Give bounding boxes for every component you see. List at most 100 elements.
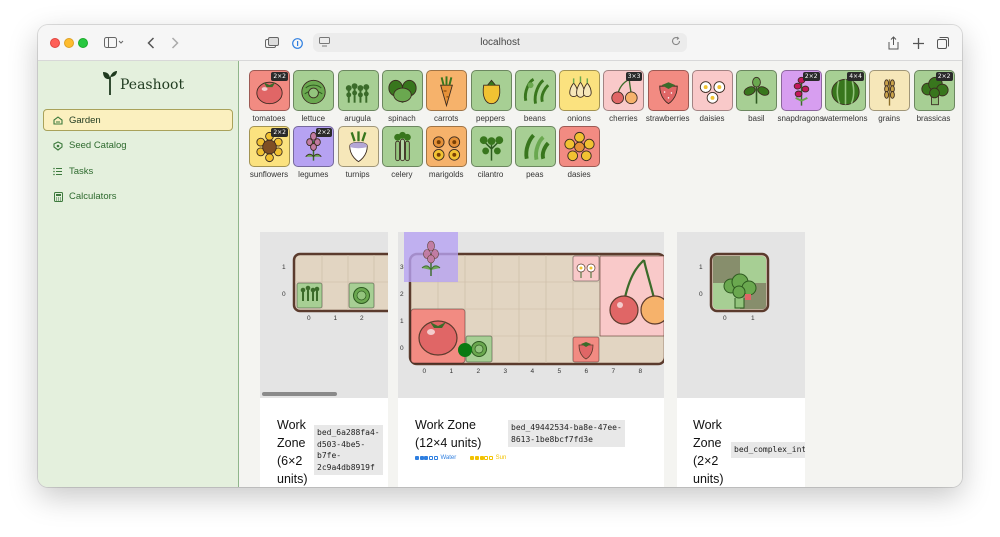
share-icon[interactable] <box>886 33 900 53</box>
palette-tile-box[interactable] <box>381 126 423 167</box>
palette-tile-strawberries[interactable]: strawberries <box>646 70 689 123</box>
palette-tile-onions[interactable]: onions <box>559 70 601 123</box>
palette-tile-cilantro[interactable]: cilantro <box>470 126 512 179</box>
sun-label: Sun <box>495 455 507 461</box>
palette-tile-beans[interactable]: beans <box>514 70 556 123</box>
palette-tile-box[interactable]: 2×2 <box>913 70 955 111</box>
size-badge: 2×2 <box>802 72 820 81</box>
zoom-window-button[interactable] <box>78 38 88 48</box>
palette-tile-basil[interactable]: basil <box>736 70 778 123</box>
palette-tile-box[interactable] <box>514 70 556 111</box>
palette-tile-box[interactable]: 2×2 <box>293 126 335 167</box>
garden-main: 2×2 tomatoes lettuce arugula spinach carrots p… <box>240 61 962 487</box>
carrot-icon <box>440 75 454 107</box>
sprout-icon <box>103 71 117 95</box>
palette-tile-carrots[interactable]: carrots <box>426 70 468 123</box>
x-axis-tick: 4 <box>530 368 535 375</box>
nav-item-label: Garden <box>69 114 101 126</box>
bed-card[interactable]: 0 1 1 0 Work Zone (2×2 units) bed_complex_inte… <box>677 232 805 487</box>
palette-tile-turnips[interactable]: turnips <box>337 126 379 179</box>
palette-tile-box[interactable] <box>692 70 733 111</box>
tabs-icon[interactable] <box>936 33 950 53</box>
onion-icon <box>569 75 592 98</box>
bed-scrollbar[interactable] <box>262 392 337 396</box>
palette-tile-spinach[interactable]: spinach <box>381 70 423 123</box>
palette-tile-box[interactable]: 2×2 <box>780 70 822 111</box>
address-bar[interactable]: localhost <box>313 33 687 52</box>
app-logo[interactable]: Peashoot <box>102 69 184 95</box>
browser-toolbar: localhost <box>38 25 962 61</box>
palette-tile-box[interactable] <box>426 70 468 111</box>
new-tab-icon[interactable] <box>911 33 925 53</box>
privacy-icon[interactable] <box>290 33 304 53</box>
palette-tile-box[interactable] <box>293 70 335 111</box>
bed-title-line: Work Zone <box>415 418 476 432</box>
palette-tile-box[interactable] <box>337 70 379 111</box>
reader-icon[interactable] <box>319 37 330 47</box>
x-axis-tick: 8 <box>638 368 643 375</box>
y-axis-tick: 2 <box>400 291 404 298</box>
x-axis-tick: 0 <box>723 315 727 322</box>
palette-tile-peas[interactable]: peas <box>514 126 556 179</box>
palette-tile-box[interactable]: 2×2 <box>249 70 290 111</box>
peas-icon <box>524 133 550 160</box>
x-axis-tick: 1 <box>449 368 454 375</box>
palette-tile-box[interactable] <box>869 70 911 111</box>
palette-tile-daisies[interactable]: daisies <box>692 70 733 123</box>
bed-id-line: 2c9a4db8919f <box>317 462 375 472</box>
palette-tile-box[interactable] <box>559 126 601 167</box>
palette-tile-watermelons[interactable]: 4×4 watermelons <box>822 70 868 123</box>
reload-icon[interactable] <box>671 36 681 49</box>
nav-item-garden[interactable]: Garden <box>43 109 233 131</box>
palette-tile-celery[interactable]: celery <box>381 126 423 179</box>
palette-tile-box[interactable] <box>426 126 468 167</box>
nav-item-seed-catalog[interactable]: Seed Catalog <box>43 135 233 157</box>
palette-tile-grains[interactable]: grains <box>869 70 911 123</box>
drag-cursor-marker[interactable] <box>458 343 472 357</box>
palette-tile-box[interactable] <box>470 70 512 111</box>
palette-tile-box[interactable] <box>736 70 778 111</box>
palette-tile-box[interactable] <box>337 126 379 167</box>
palette-tile-snapdragons[interactable]: 2×2 snapdragons <box>777 70 824 123</box>
palette-tile-cherries[interactable]: 3×3 cherries <box>603 70 645 123</box>
sidebar-toggle-icon[interactable] <box>102 33 126 53</box>
nav-item-label: Calculators <box>69 191 117 202</box>
forward-icon[interactable] <box>168 33 182 53</box>
palette-tile-arugula[interactable]: arugula <box>337 70 379 123</box>
palette-tile-lettuce[interactable]: lettuce <box>293 70 335 123</box>
palette-tile-box[interactable]: 4×4 <box>824 70 866 111</box>
tomato-icon <box>418 320 458 356</box>
palette-tile-tomatoes[interactable]: 2×2 tomatoes <box>249 70 290 123</box>
palette-tile-box[interactable] <box>559 70 601 111</box>
bed-id-line: 8613-1be8bcf7fd3e <box>511 434 593 444</box>
palette-tile-box[interactable] <box>514 126 556 167</box>
close-window-button[interactable] <box>50 38 60 48</box>
bed-grid[interactable] <box>260 232 388 398</box>
bed-title-line: (6×2 <box>277 454 303 468</box>
minimize-window-button[interactable] <box>64 38 74 48</box>
app-name: Peashoot <box>120 77 185 93</box>
sun-level-square <box>488 456 493 460</box>
bed-grid[interactable] <box>677 232 805 398</box>
palette-tile-legumes[interactable]: 2×2 legumes <box>293 126 335 179</box>
palette-tile-marigolds[interactable]: marigolds <box>426 126 468 179</box>
palette-tile-dasies[interactable]: dasies <box>559 126 601 179</box>
palette-tile-box[interactable]: 2×2 <box>249 126 290 167</box>
pepper-icon <box>482 79 500 104</box>
tab-overview-icon[interactable] <box>264 33 280 53</box>
palette-tile-box[interactable] <box>381 70 423 111</box>
bed-card[interactable]: 0 1 2 3 4 5 6 7 8 3 2 1 0 Work Zone (12×4 units) bed_… <box>398 232 664 487</box>
back-icon[interactable] <box>144 33 158 53</box>
main-nav: Garden Seed Catalog Tasks Calculators <box>43 109 233 211</box>
palette-tile-brassicas[interactable]: 2×2 brassicas <box>913 70 955 123</box>
palette-tile-box[interactable] <box>647 70 689 111</box>
bed-grid-area: 0 1 1 0 <box>677 232 805 398</box>
nav-item-calculators[interactable]: Calculators <box>43 186 233 208</box>
turnip-icon <box>348 130 368 162</box>
palette-tile-box[interactable]: 3×3 <box>603 70 645 111</box>
palette-tile-peppers[interactable]: peppers <box>470 70 512 123</box>
palette-tile-sunflowers[interactable]: 2×2 sunflowers <box>249 126 290 179</box>
bed-card[interactable]: 0 1 2 1 0 Work Zone (6×2 units) bed_6a288fa4- d5… <box>260 232 388 487</box>
nav-item-tasks[interactable]: Tasks <box>43 160 233 182</box>
palette-tile-box[interactable] <box>470 126 512 167</box>
